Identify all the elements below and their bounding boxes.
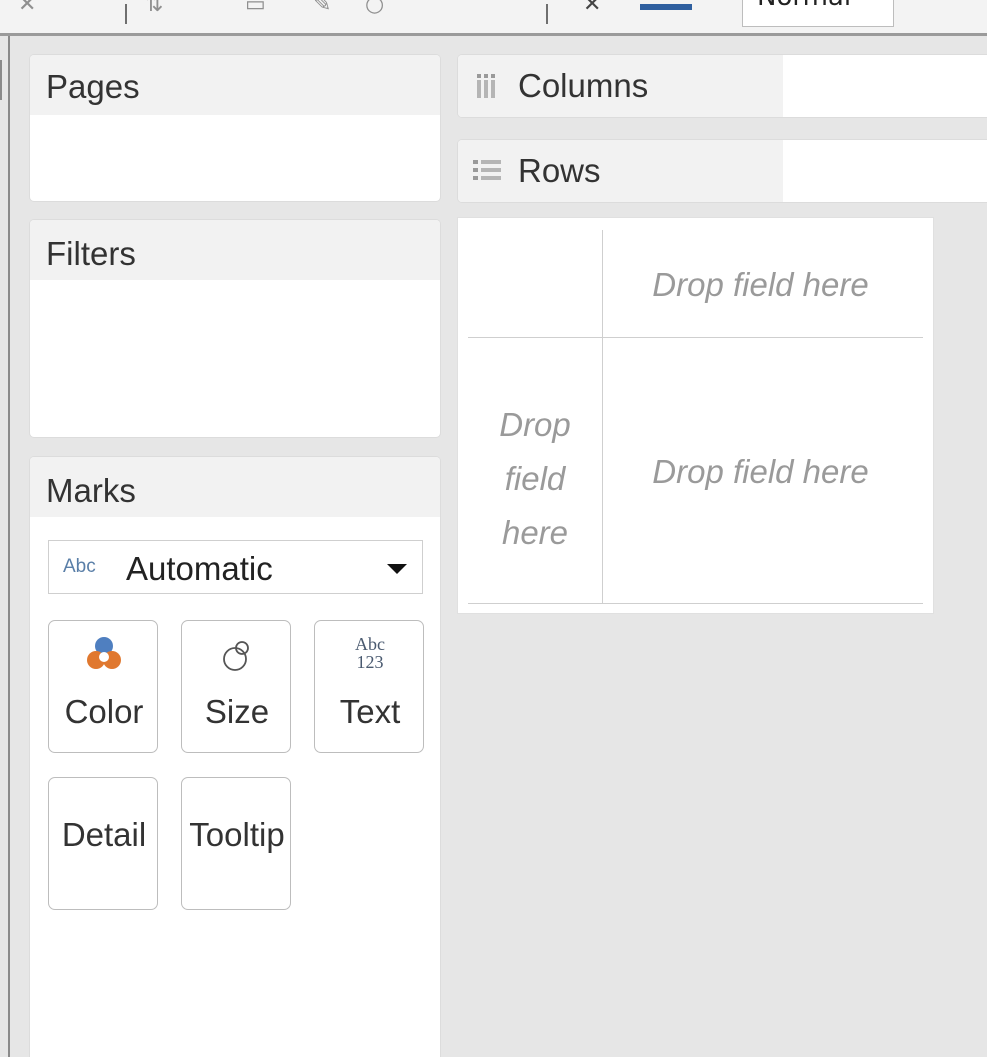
view-grid-line xyxy=(468,603,923,604)
drop-zone-rows[interactable]: Drop field here xyxy=(468,398,602,560)
fit-dropdown[interactable]: Normal xyxy=(742,0,894,27)
toolbar-highlight-icon[interactable]: ✎ xyxy=(313,0,331,16)
toolbar-separator xyxy=(546,4,548,24)
columns-shelf-label: Columns xyxy=(518,67,649,104)
chevron-down-icon xyxy=(387,564,407,574)
fit-dropdown-value: Normal xyxy=(757,0,851,12)
columns-icon xyxy=(477,74,495,98)
toolbar-group-icon[interactable]: ○ xyxy=(365,0,384,16)
toolbar-swap-icon[interactable]: ⇅ xyxy=(145,0,163,16)
rows-shelf-label: Rows xyxy=(518,152,601,189)
view-canvas[interactable]: Drop field here Drop field here Drop fie… xyxy=(458,218,933,613)
abc-123-icon: Abc 123 xyxy=(315,634,423,672)
toolbar-separator xyxy=(125,4,127,24)
color-button-label: Color xyxy=(64,693,144,730)
columns-shelf[interactable]: Columns xyxy=(458,55,987,117)
pages-card[interactable]: Pages xyxy=(30,55,440,201)
text-button-label: Text xyxy=(339,693,401,730)
size-circles-icon xyxy=(223,641,249,671)
tooltip-button[interactable]: Tooltip xyxy=(181,777,291,910)
size-button[interactable]: Size xyxy=(181,620,291,753)
drop-zone-columns[interactable]: Drop field here xyxy=(608,266,913,304)
left-edge-divider[interactable] xyxy=(8,36,10,1057)
marks-card: Marks Abc Automatic Color Size Abc 123 T… xyxy=(30,457,440,1057)
color-button[interactable]: Color xyxy=(48,620,158,753)
mark-type-value: Automatic xyxy=(126,550,273,587)
toolbar-chart-icon[interactable] xyxy=(640,4,692,10)
abc-123-icon-top: Abc xyxy=(355,634,385,654)
size-button-label: Size xyxy=(204,693,270,730)
mark-type-dropdown[interactable]: Abc Automatic xyxy=(48,540,423,594)
rows-shelf[interactable]: Rows xyxy=(458,140,987,202)
filters-card[interactable]: Filters xyxy=(30,220,440,437)
rows-shelf-label-area xyxy=(458,140,783,202)
abc-123-icon-bottom: 123 xyxy=(356,652,384,672)
marks-card-title: Marks xyxy=(46,472,136,509)
detail-button[interactable]: Detail xyxy=(48,777,158,910)
toolbar-clear-icon[interactable]: ✕ xyxy=(18,0,36,16)
text-button[interactable]: Abc 123 Text xyxy=(314,620,424,753)
tooltip-button-label: Tooltip xyxy=(189,816,285,853)
color-circles-icon xyxy=(87,637,121,669)
rows-icon xyxy=(473,160,501,180)
filters-card-title: Filters xyxy=(46,235,136,272)
view-grid-line xyxy=(468,337,923,338)
toolbar-sort-icon[interactable]: ▭ xyxy=(245,0,266,16)
toolbar: ✕ ⇅ ▭ ✎ ○ ✕ Normal xyxy=(0,0,987,36)
pages-card-title: Pages xyxy=(46,68,140,105)
detail-button-label: Detail xyxy=(61,816,147,853)
mark-type-abc-icon: Abc xyxy=(63,556,96,577)
view-grid-line xyxy=(602,230,603,604)
toolbar-fix-axes-icon[interactable]: ✕ xyxy=(583,0,601,16)
drop-zone-body[interactable]: Drop field here xyxy=(608,453,913,491)
left-edge-mark xyxy=(0,60,2,100)
